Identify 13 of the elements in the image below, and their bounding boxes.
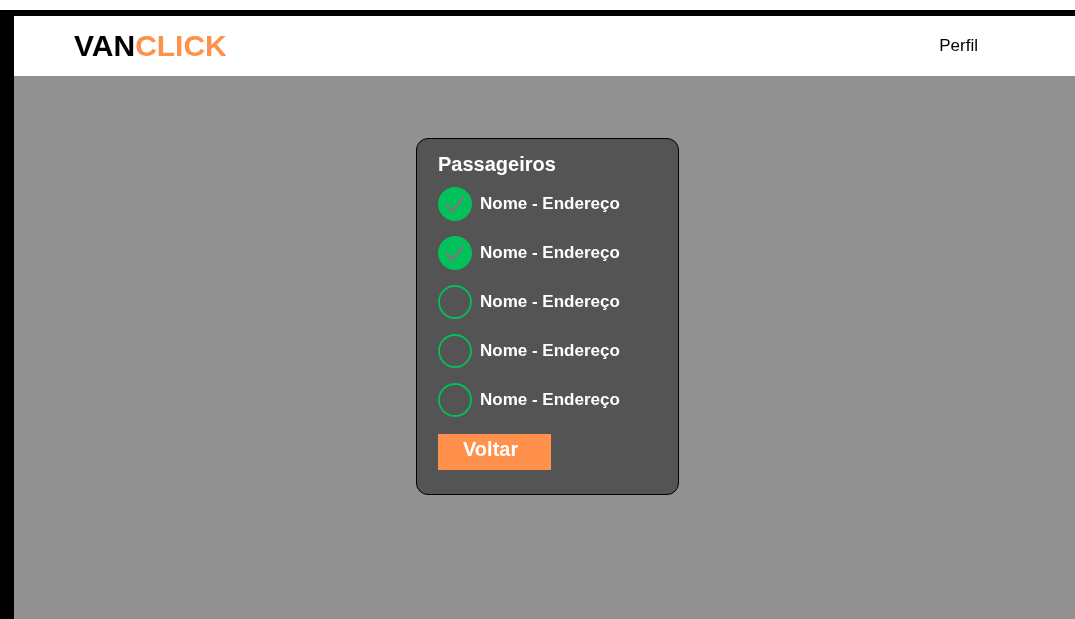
passenger-label: Nome - Endereço bbox=[480, 290, 620, 313]
profile-link[interactable]: Perfil bbox=[939, 33, 978, 59]
check-circle-icon[interactable] bbox=[438, 284, 472, 319]
passenger-label: Nome - Endereço bbox=[480, 388, 620, 411]
check-circle-icon[interactable] bbox=[438, 186, 472, 221]
logo: VANCLICK bbox=[74, 31, 227, 61]
passenger-label: Nome - Endereço bbox=[480, 241, 620, 264]
check-circle-icon[interactable] bbox=[438, 333, 472, 368]
check-circle-icon[interactable] bbox=[438, 235, 472, 270]
card-title: Passageiros bbox=[438, 152, 557, 176]
check-circle-icon[interactable] bbox=[438, 382, 472, 417]
passenger-label: Nome - Endereço bbox=[480, 339, 620, 362]
passenger-label: Nome - Endereço bbox=[480, 192, 620, 215]
